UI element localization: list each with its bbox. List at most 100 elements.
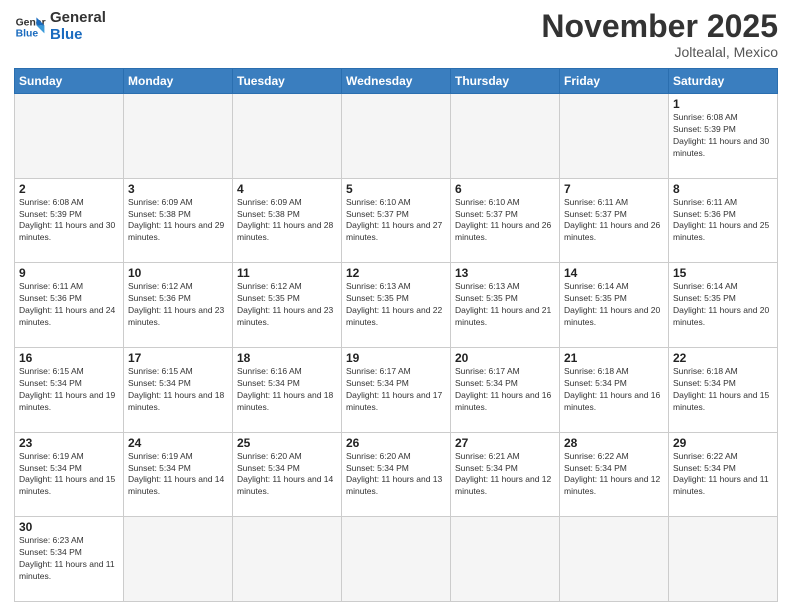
calendar-cell: 26Sunrise: 6:20 AMSunset: 5:34 PMDayligh… (342, 432, 451, 517)
day-number: 14 (564, 266, 664, 280)
calendar-cell: 30Sunrise: 6:23 AMSunset: 5:34 PMDayligh… (15, 517, 124, 602)
day-info: Sunrise: 6:17 AMSunset: 5:34 PMDaylight:… (455, 366, 555, 414)
calendar-cell (124, 517, 233, 602)
weekday-header-monday: Monday (124, 69, 233, 94)
calendar-cell: 8Sunrise: 6:11 AMSunset: 5:36 PMDaylight… (669, 178, 778, 263)
day-info: Sunrise: 6:11 AMSunset: 5:36 PMDaylight:… (673, 197, 773, 245)
day-number: 28 (564, 436, 664, 450)
calendar-cell (233, 517, 342, 602)
day-info: Sunrise: 6:20 AMSunset: 5:34 PMDaylight:… (237, 451, 337, 499)
calendar-cell: 13Sunrise: 6:13 AMSunset: 5:35 PMDayligh… (451, 263, 560, 348)
calendar-cell: 16Sunrise: 6:15 AMSunset: 5:34 PMDayligh… (15, 347, 124, 432)
day-info: Sunrise: 6:12 AMSunset: 5:35 PMDaylight:… (237, 281, 337, 329)
calendar-row-4: 16Sunrise: 6:15 AMSunset: 5:34 PMDayligh… (15, 347, 778, 432)
day-info: Sunrise: 6:20 AMSunset: 5:34 PMDaylight:… (346, 451, 446, 499)
calendar-cell: 7Sunrise: 6:11 AMSunset: 5:37 PMDaylight… (560, 178, 669, 263)
day-number: 26 (346, 436, 446, 450)
day-info: Sunrise: 6:18 AMSunset: 5:34 PMDaylight:… (564, 366, 664, 414)
day-info: Sunrise: 6:10 AMSunset: 5:37 PMDaylight:… (346, 197, 446, 245)
calendar-cell: 12Sunrise: 6:13 AMSunset: 5:35 PMDayligh… (342, 263, 451, 348)
calendar-row-6: 30Sunrise: 6:23 AMSunset: 5:34 PMDayligh… (15, 517, 778, 602)
calendar-cell (342, 517, 451, 602)
calendar-cell: 10Sunrise: 6:12 AMSunset: 5:36 PMDayligh… (124, 263, 233, 348)
header: General Blue General Blue November 2025 … (14, 10, 778, 60)
day-number: 10 (128, 266, 228, 280)
calendar-cell: 4Sunrise: 6:09 AMSunset: 5:38 PMDaylight… (233, 178, 342, 263)
weekday-header-saturday: Saturday (669, 69, 778, 94)
calendar-cell: 20Sunrise: 6:17 AMSunset: 5:34 PMDayligh… (451, 347, 560, 432)
weekday-header-tuesday: Tuesday (233, 69, 342, 94)
day-number: 3 (128, 182, 228, 196)
day-info: Sunrise: 6:12 AMSunset: 5:36 PMDaylight:… (128, 281, 228, 329)
calendar-cell (451, 94, 560, 179)
calendar-cell: 5Sunrise: 6:10 AMSunset: 5:37 PMDaylight… (342, 178, 451, 263)
day-info: Sunrise: 6:11 AMSunset: 5:36 PMDaylight:… (19, 281, 119, 329)
weekday-header-sunday: Sunday (15, 69, 124, 94)
day-number: 19 (346, 351, 446, 365)
calendar-cell: 27Sunrise: 6:21 AMSunset: 5:34 PMDayligh… (451, 432, 560, 517)
day-number: 18 (237, 351, 337, 365)
calendar-cell: 2Sunrise: 6:08 AMSunset: 5:39 PMDaylight… (15, 178, 124, 263)
day-number: 16 (19, 351, 119, 365)
calendar-cell: 6Sunrise: 6:10 AMSunset: 5:37 PMDaylight… (451, 178, 560, 263)
location: Joltealal, Mexico (541, 44, 778, 60)
calendar-cell (15, 94, 124, 179)
weekday-header-friday: Friday (560, 69, 669, 94)
day-number: 5 (346, 182, 446, 196)
day-info: Sunrise: 6:21 AMSunset: 5:34 PMDaylight:… (455, 451, 555, 499)
day-number: 17 (128, 351, 228, 365)
weekday-header-wednesday: Wednesday (342, 69, 451, 94)
calendar-cell: 9Sunrise: 6:11 AMSunset: 5:36 PMDaylight… (15, 263, 124, 348)
day-info: Sunrise: 6:23 AMSunset: 5:34 PMDaylight:… (19, 535, 119, 583)
day-info: Sunrise: 6:14 AMSunset: 5:35 PMDaylight:… (564, 281, 664, 329)
day-number: 13 (455, 266, 555, 280)
title-block: November 2025 Joltealal, Mexico (541, 10, 778, 60)
day-number: 4 (237, 182, 337, 196)
day-number: 23 (19, 436, 119, 450)
calendar-cell: 19Sunrise: 6:17 AMSunset: 5:34 PMDayligh… (342, 347, 451, 432)
calendar-row-5: 23Sunrise: 6:19 AMSunset: 5:34 PMDayligh… (15, 432, 778, 517)
day-info: Sunrise: 6:09 AMSunset: 5:38 PMDaylight:… (128, 197, 228, 245)
weekday-header-thursday: Thursday (451, 69, 560, 94)
page: General Blue General Blue November 2025 … (0, 0, 792, 612)
day-info: Sunrise: 6:19 AMSunset: 5:34 PMDaylight:… (128, 451, 228, 499)
calendar-cell: 3Sunrise: 6:09 AMSunset: 5:38 PMDaylight… (124, 178, 233, 263)
calendar-cell: 29Sunrise: 6:22 AMSunset: 5:34 PMDayligh… (669, 432, 778, 517)
weekday-header-row: SundayMondayTuesdayWednesdayThursdayFrid… (15, 69, 778, 94)
calendar-cell (124, 94, 233, 179)
day-number: 27 (455, 436, 555, 450)
day-info: Sunrise: 6:17 AMSunset: 5:34 PMDaylight:… (346, 366, 446, 414)
day-number: 8 (673, 182, 773, 196)
logo: General Blue General Blue (14, 10, 106, 43)
day-number: 11 (237, 266, 337, 280)
day-info: Sunrise: 6:19 AMSunset: 5:34 PMDaylight:… (19, 451, 119, 499)
day-number: 7 (564, 182, 664, 196)
day-number: 9 (19, 266, 119, 280)
calendar-cell: 23Sunrise: 6:19 AMSunset: 5:34 PMDayligh… (15, 432, 124, 517)
day-info: Sunrise: 6:10 AMSunset: 5:37 PMDaylight:… (455, 197, 555, 245)
calendar-cell: 17Sunrise: 6:15 AMSunset: 5:34 PMDayligh… (124, 347, 233, 432)
day-number: 2 (19, 182, 119, 196)
day-number: 15 (673, 266, 773, 280)
calendar-cell: 28Sunrise: 6:22 AMSunset: 5:34 PMDayligh… (560, 432, 669, 517)
calendar-cell (451, 517, 560, 602)
calendar-row-2: 2Sunrise: 6:08 AMSunset: 5:39 PMDaylight… (15, 178, 778, 263)
day-number: 20 (455, 351, 555, 365)
day-number: 6 (455, 182, 555, 196)
day-number: 24 (128, 436, 228, 450)
calendar-cell: 18Sunrise: 6:16 AMSunset: 5:34 PMDayligh… (233, 347, 342, 432)
calendar-cell: 15Sunrise: 6:14 AMSunset: 5:35 PMDayligh… (669, 263, 778, 348)
svg-text:Blue: Blue (16, 28, 39, 39)
calendar-cell (560, 94, 669, 179)
day-info: Sunrise: 6:11 AMSunset: 5:37 PMDaylight:… (564, 197, 664, 245)
calendar-cell (233, 94, 342, 179)
calendar-cell: 14Sunrise: 6:14 AMSunset: 5:35 PMDayligh… (560, 263, 669, 348)
day-info: Sunrise: 6:13 AMSunset: 5:35 PMDaylight:… (455, 281, 555, 329)
calendar-cell: 24Sunrise: 6:19 AMSunset: 5:34 PMDayligh… (124, 432, 233, 517)
calendar-cell: 25Sunrise: 6:20 AMSunset: 5:34 PMDayligh… (233, 432, 342, 517)
day-info: Sunrise: 6:08 AMSunset: 5:39 PMDaylight:… (19, 197, 119, 245)
day-number: 29 (673, 436, 773, 450)
calendar-cell: 11Sunrise: 6:12 AMSunset: 5:35 PMDayligh… (233, 263, 342, 348)
day-info: Sunrise: 6:16 AMSunset: 5:34 PMDaylight:… (237, 366, 337, 414)
calendar-cell: 1Sunrise: 6:08 AMSunset: 5:39 PMDaylight… (669, 94, 778, 179)
